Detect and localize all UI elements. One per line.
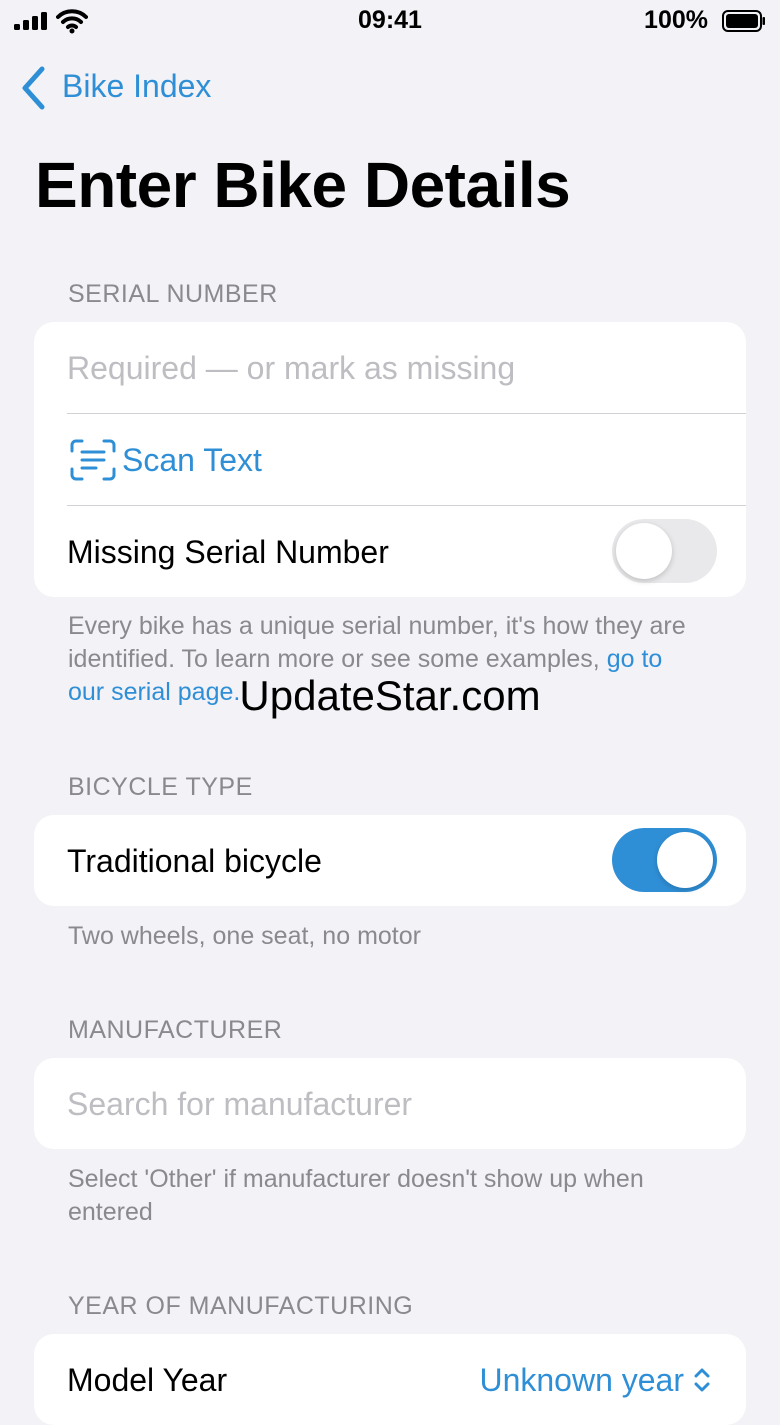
serial-input-row[interactable]: Required — or mark as missing xyxy=(34,322,746,413)
model-year-label: Model Year xyxy=(67,1362,228,1398)
missing-serial-row: Missing Serial Number xyxy=(34,506,746,597)
back-button[interactable]: Bike Index xyxy=(62,68,211,105)
manufacturer-section-header: MANUFACTURER xyxy=(68,1016,283,1044)
year-card: Model Year Unknown year xyxy=(34,1334,746,1425)
missing-serial-label: Missing Serial Number xyxy=(67,534,389,570)
serial-section-header: SERIAL NUMBER xyxy=(68,280,278,308)
traditional-bicycle-label: Traditional bicycle xyxy=(67,843,322,879)
scan-text-button[interactable]: Scan Text xyxy=(34,414,746,505)
manufacturer-card[interactable]: Search for manufacturer xyxy=(34,1058,746,1149)
bicycle-type-footer: Two wheels, one seat, no motor xyxy=(68,922,421,950)
cellular-signal-icon xyxy=(14,12,47,30)
toggle-knob xyxy=(657,832,713,888)
year-section-header: YEAR OF MANUFACTURING xyxy=(68,1292,414,1320)
chevron-left-icon[interactable] xyxy=(20,66,46,110)
bicycle-type-section-header: BICYCLE TYPE xyxy=(68,773,253,801)
wifi-icon xyxy=(56,9,88,34)
scan-text-icon xyxy=(70,439,116,481)
battery-percentage: 100% xyxy=(644,6,708,34)
bicycle-type-card: Traditional bicycle xyxy=(34,815,746,906)
watermark: UpdateStar.com xyxy=(239,672,541,719)
scan-text-label: Scan Text xyxy=(122,442,262,478)
serial-card: Required — or mark as missing Scan Text … xyxy=(34,322,746,597)
manufacturer-search-input[interactable]: Search for manufacturer xyxy=(67,1086,412,1123)
missing-serial-toggle[interactable] xyxy=(612,519,717,583)
battery-icon xyxy=(722,10,765,32)
toggle-knob xyxy=(616,523,672,579)
up-down-chevron-icon[interactable] xyxy=(692,1366,712,1394)
serial-number-input[interactable]: Required — or mark as missing xyxy=(67,350,515,387)
traditional-bicycle-toggle[interactable] xyxy=(612,828,717,892)
manufacturer-footer: Select 'Other' if manufacturer doesn't s… xyxy=(68,1165,644,1226)
serial-footer-text: Every bike has a unique serial number, i… xyxy=(68,612,686,673)
model-year-picker[interactable]: Unknown year xyxy=(479,1362,684,1399)
page-title: Enter Bike Details xyxy=(35,149,571,221)
